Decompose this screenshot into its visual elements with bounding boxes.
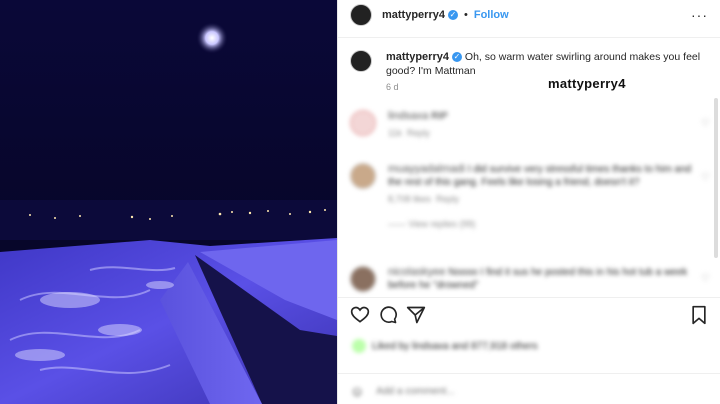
header-divider <box>338 37 720 38</box>
caption-avatar[interactable] <box>350 50 372 72</box>
add-comment-input[interactable] <box>374 384 619 398</box>
emoji-icon[interactable]: ☺ <box>350 383 364 399</box>
send-icon[interactable] <box>406 305 426 325</box>
instagram-post: mattyperry4 ✓ • Follow ··· mattyperry4 ✓ … <box>0 0 720 404</box>
comment-reply-button[interactable]: Reply <box>436 194 459 204</box>
caption-username[interactable]: mattyperry4 <box>386 51 449 63</box>
comment-item: lindsaxa RIP 11k Reply <box>350 110 700 140</box>
night-pool-image <box>0 0 337 404</box>
action-bar <box>350 303 708 327</box>
comment-like-icon[interactable]: ♡ <box>701 273 710 284</box>
comments-scrollbar[interactable] <box>714 98 718 258</box>
comment-like-icon[interactable]: ♡ <box>701 118 710 129</box>
caption-time[interactable]: 6 d <box>386 82 706 92</box>
comment-like-icon[interactable]: ♡ <box>701 172 710 183</box>
comment-likes[interactable]: 8,708 likes <box>388 194 431 204</box>
comment-username[interactable]: muayyadalmadi <box>388 163 465 175</box>
comment-item: muayyadalmadi I did survive very stressf… <box>350 163 700 231</box>
liker-avatar <box>352 339 366 353</box>
comment-avatar[interactable] <box>350 110 376 136</box>
add-comment-row: ☺ <box>350 382 708 400</box>
comment-avatar[interactable] <box>350 163 376 189</box>
header-separator: • <box>463 9 468 21</box>
bookmark-icon[interactable] <box>690 305 708 325</box>
post-header: mattyperry4 ✓ • Follow ··· <box>350 4 708 26</box>
verified-badge-icon: ✓ <box>447 10 458 20</box>
author-avatar[interactable] <box>350 4 372 26</box>
comment-divider <box>338 373 720 374</box>
view-replies-button[interactable]: View replies (99) <box>409 219 476 229</box>
comment-avatar[interactable] <box>350 266 376 292</box>
comment-text: RIP <box>431 111 448 122</box>
more-options-icon[interactable]: ··· <box>691 7 708 23</box>
post-side-panel: mattyperry4 ✓ • Follow ··· mattyperry4 ✓ … <box>337 0 720 404</box>
likes-summary[interactable]: Liked by lindsaxa and 877,918 others <box>352 339 538 353</box>
comment-icon[interactable] <box>378 305 398 325</box>
caption-block: mattyperry4 ✓ Oh, so warm water swirling … <box>350 50 706 92</box>
actions-divider <box>338 297 720 298</box>
caption-verified-icon: ✓ <box>451 52 462 63</box>
follow-button[interactable]: Follow <box>474 9 509 21</box>
post-photo[interactable] <box>0 0 337 404</box>
comment-item: nicolaskyee Noooo I find it sus he poste… <box>350 266 700 292</box>
author-username[interactable]: mattyperry4 <box>382 9 445 21</box>
comment-likes[interactable]: 11k <box>388 128 402 138</box>
watermark-text: mattyperry4 <box>548 76 626 91</box>
heart-icon[interactable] <box>350 305 370 325</box>
comment-username[interactable]: lindsaxa <box>388 110 428 122</box>
likes-text[interactable]: Liked by lindsaxa and 877,918 others <box>372 341 538 352</box>
comment-reply-button[interactable]: Reply <box>407 128 430 138</box>
caption-text-wrap: mattyperry4 ✓ Oh, so warm water swirling … <box>386 50 706 78</box>
comment-username[interactable]: nicolaskyee <box>388 266 445 278</box>
